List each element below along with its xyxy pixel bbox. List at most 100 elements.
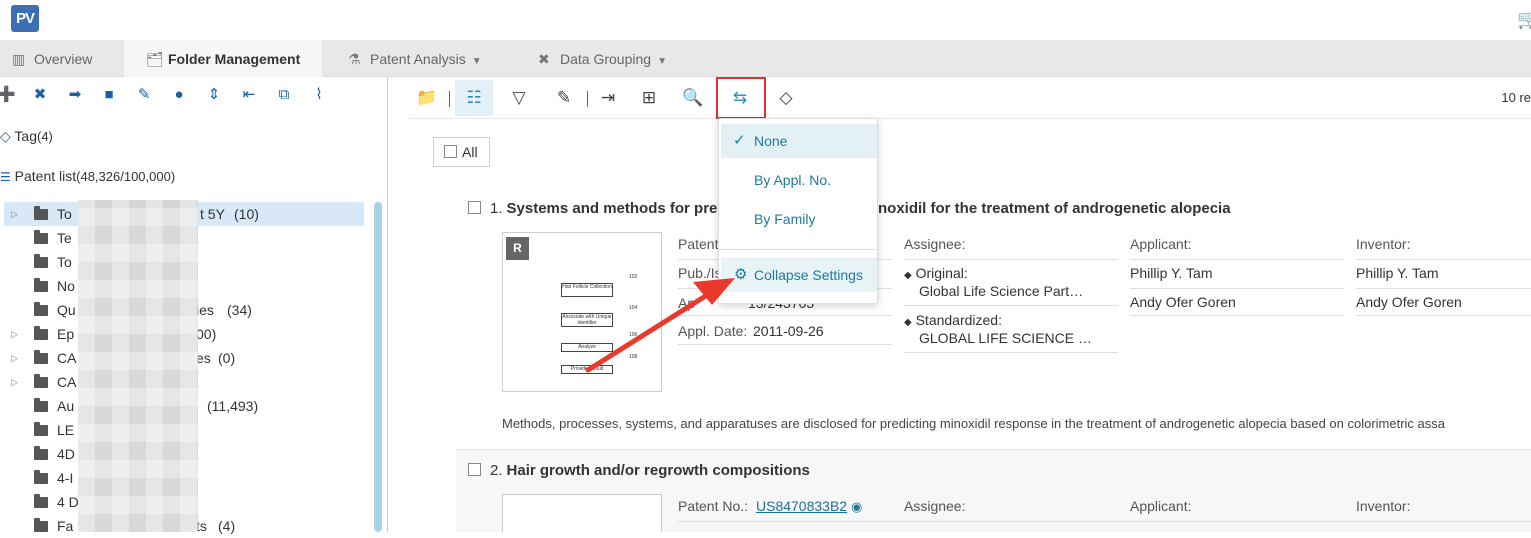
tag-row[interactable]: ◇ Tag(4) <box>0 128 53 145</box>
folder-name: 4-I <box>57 470 74 486</box>
option-label: None <box>754 133 788 149</box>
dropdown-option-none[interactable]: ✓ None <box>721 124 877 158</box>
folder-name: 4 D <box>57 494 79 510</box>
add-folder-icon[interactable]: ➕ <box>0 86 16 104</box>
divider <box>678 521 1531 522</box>
figure-box: Provide Result <box>561 365 613 374</box>
expand-collapse-icon[interactable]: ⇕ <box>205 86 223 104</box>
tab-overview[interactable]: ▥ Overview <box>0 40 124 77</box>
tag-count: (4) <box>37 129 53 144</box>
folder-icon <box>34 206 48 220</box>
tab-folder-management[interactable]: 🗂 Folder Management <box>124 40 322 77</box>
document-search-icon[interactable]: 🔍 <box>682 87 704 109</box>
folder-name: Au <box>57 398 75 414</box>
tab-data-grouping[interactable]: ✖ Data Grouping ▼ <box>526 40 706 77</box>
expand-arrow-icon[interactable]: ▷ <box>11 370 18 394</box>
tag-icon[interactable]: ◇ <box>775 87 797 109</box>
expand-arrow-icon[interactable]: ▷ <box>11 346 18 370</box>
expand-arrow-icon[interactable]: ▷ <box>11 322 18 346</box>
chevron-down-icon: ▼ <box>471 56 482 67</box>
tree-view-icon[interactable]: ☷ <box>455 80 493 116</box>
folder-name: LE <box>57 422 75 438</box>
rename-icon[interactable]: ✎ <box>135 86 153 104</box>
filter-icon[interactable]: ▽ <box>508 87 530 109</box>
patent-no-label: Patent <box>678 236 719 252</box>
folder-icon <box>34 302 48 316</box>
list-icon: ☰ <box>0 170 11 184</box>
dropdown-option-appl-no[interactable]: By Appl. No. <box>721 163 877 197</box>
collapse-settings-button[interactable]: ⚙ Collapse Settings <box>721 258 877 292</box>
assignee-label: Assignee: <box>904 236 966 252</box>
tag-icon: ◇ <box>0 128 11 144</box>
checkmark-icon: ✓ <box>733 132 746 149</box>
merge-icon[interactable]: ⧉ <box>275 86 293 104</box>
export-icon[interactable]: ⇥ <box>597 87 619 109</box>
add-icon[interactable]: ⊞ <box>638 87 660 109</box>
folder-name: Ep <box>57 326 75 342</box>
copy-folder-icon[interactable]: ■ <box>100 86 118 104</box>
divider <box>1356 288 1531 289</box>
representative-badge: R <box>506 237 529 260</box>
select-all-checkbox[interactable] <box>444 145 457 158</box>
option-label: By Appl. No. <box>754 172 832 188</box>
figure-ref: 108 <box>629 354 638 360</box>
result-checkbox[interactable] <box>468 201 481 214</box>
chevron-down-icon: ▼ <box>657 56 667 67</box>
patent-list-row[interactable]: ☰ Patent list(48,326/100,000) <box>0 168 175 184</box>
folder-name: Te <box>57 230 72 246</box>
folder-name-suffix: ies <box>196 302 214 318</box>
patent-no-link[interactable]: US8470833B2 <box>756 498 847 514</box>
assignee-standardized: ◆ Standardized: <box>904 312 1002 328</box>
cart-icon[interactable]: 🛒 <box>1517 9 1531 29</box>
result-title-text[interactable]: noxidil for the treatment of androgeneti… <box>878 200 1231 217</box>
applicant-name: Phillip Y. Tam <box>1130 265 1213 281</box>
monitor-icon[interactable]: ⌇ <box>310 86 328 104</box>
sidebar-scrollbar[interactable] <box>374 202 382 532</box>
folder-icon <box>34 446 48 460</box>
tab-label: Folder Management <box>168 51 301 67</box>
expand-arrow-icon[interactable]: ▷ <box>11 202 18 226</box>
standardized-label: Standardized: <box>915 312 1002 328</box>
folder-name: No <box>57 278 75 294</box>
delete-folder-icon[interactable]: ✖ <box>31 86 49 104</box>
highlight-icon[interactable]: ✎ <box>553 87 575 109</box>
divider <box>1356 315 1531 316</box>
inventor-label: Inventor: <box>1356 236 1411 252</box>
folder-icon <box>34 494 48 508</box>
folder-count: (11,493) <box>207 398 259 414</box>
tab-patent-analysis[interactable]: ⚗ Patent Analysis ▼ <box>336 40 516 77</box>
app-logo[interactable]: PV <box>11 5 39 32</box>
folder-info-icon[interactable]: 📁 <box>416 87 438 109</box>
location-pin-icon[interactable]: ◉ <box>851 499 862 514</box>
result-number: 2. <box>490 462 503 479</box>
patent-list-label: Patent list <box>14 168 77 184</box>
palette-icon[interactable]: ● <box>170 86 188 104</box>
folder-icon <box>34 422 48 436</box>
appl-date-label: Appl. Date: <box>678 323 748 339</box>
folder-name: Fa <box>57 518 74 534</box>
folder-name: CA <box>57 350 77 366</box>
import-icon[interactable]: ⇤ <box>240 86 258 104</box>
tab-label: Overview <box>34 51 93 67</box>
divider <box>904 259 1118 260</box>
result-number: 1. <box>490 200 503 217</box>
folder-name: 4D <box>57 446 75 462</box>
result-title-text[interactable]: Hair growth and/or regrowth compositions <box>507 462 810 479</box>
option-label: By Family <box>754 211 816 227</box>
sidebar-toolbar: ➕ ✖ ➡ ■ ✎ ● ⇕ ⇤ ⧉ ⌇ <box>0 77 388 115</box>
main-tabs: ▥ Overview 🗂 Folder Management ⚗ Patent Ana… <box>0 40 1531 77</box>
appl-no-label: Ap <box>678 295 696 311</box>
appl-date-value: 2011-09-26 <box>753 323 824 339</box>
toolbar-divider <box>587 91 588 107</box>
result-checkbox[interactable] <box>468 463 481 476</box>
assignee-original: ◆ Original: <box>904 265 968 281</box>
patent-thumbnail[interactable] <box>502 494 662 532</box>
dropdown-option-family[interactable]: By Family <box>721 202 877 236</box>
folder-icon <box>34 230 48 244</box>
result-title: 1. Systems and methods for pred <box>468 200 727 217</box>
select-all[interactable]: All <box>433 137 490 167</box>
result-title-text[interactable]: Systems and methods for pred <box>507 200 727 217</box>
patent-thumbnail[interactable]: R Hair Follicle Collection Associate wit… <box>502 232 662 392</box>
select-all-label: All <box>462 144 478 160</box>
move-folder-icon[interactable]: ➡ <box>66 86 84 104</box>
